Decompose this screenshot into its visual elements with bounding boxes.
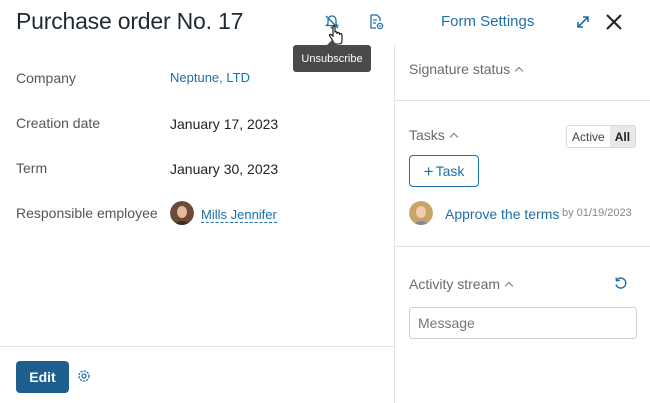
task-due-date: by 01/19/2023 bbox=[562, 207, 632, 219]
header: Purchase order No. 17 Form Settings bbox=[0, 0, 650, 45]
vertical-divider bbox=[394, 45, 395, 403]
activity-stream-label: Activity stream bbox=[409, 276, 501, 292]
section-divider bbox=[395, 100, 650, 101]
task-avatar bbox=[409, 201, 433, 225]
tasks-filter: Active All bbox=[566, 125, 636, 148]
term-label: Term bbox=[16, 160, 48, 176]
creation-date-label: Creation date bbox=[16, 115, 101, 131]
chevron-up-icon bbox=[449, 132, 459, 141]
tasks-toggle[interactable]: Tasks bbox=[409, 127, 459, 143]
filter-all[interactable]: All bbox=[609, 126, 635, 147]
filter-active[interactable]: Active bbox=[567, 126, 610, 147]
expand-icon[interactable] bbox=[572, 11, 594, 33]
responsible-employee-name[interactable]: Mills Jennifer bbox=[201, 207, 277, 223]
activity-stream-toggle[interactable]: Activity stream bbox=[409, 276, 514, 292]
plus-icon: + bbox=[423, 161, 434, 181]
page-title: Purchase order No. 17 bbox=[16, 8, 244, 34]
message-input[interactable] bbox=[409, 307, 637, 339]
gear-icon[interactable] bbox=[75, 367, 93, 385]
signature-status-toggle[interactable]: Signature status bbox=[409, 61, 524, 77]
unsubscribe-tooltip: Unsubscribe bbox=[293, 40, 371, 72]
refresh-icon[interactable] bbox=[611, 273, 631, 293]
document-settings-icon[interactable] bbox=[365, 11, 387, 33]
add-task-label: Task bbox=[435, 163, 465, 179]
close-icon[interactable] bbox=[603, 11, 625, 33]
add-task-button[interactable]: + Task bbox=[409, 155, 479, 187]
chevron-up-icon bbox=[504, 281, 514, 290]
avatar[interactable] bbox=[170, 201, 194, 225]
company-label: Company bbox=[16, 70, 76, 86]
footer-divider bbox=[0, 346, 394, 347]
tasks-label: Tasks bbox=[409, 127, 445, 143]
task-title-link[interactable]: Approve the terms bbox=[445, 206, 559, 222]
term-value: January 30, 2023 bbox=[170, 161, 279, 177]
signature-status-label: Signature status bbox=[409, 61, 511, 77]
form-settings-link[interactable]: Form Settings bbox=[441, 13, 534, 30]
section-divider bbox=[395, 246, 650, 247]
chevron-up-icon bbox=[514, 66, 524, 75]
creation-date-value: January 17, 2023 bbox=[170, 116, 279, 132]
responsible-employee-link[interactable]: Mills Jennifer bbox=[201, 207, 277, 223]
edit-button[interactable]: Edit bbox=[16, 361, 69, 393]
company-link[interactable]: Neptune, LTD bbox=[170, 70, 250, 85]
responsible-employee-label: Responsible employee bbox=[16, 205, 158, 221]
